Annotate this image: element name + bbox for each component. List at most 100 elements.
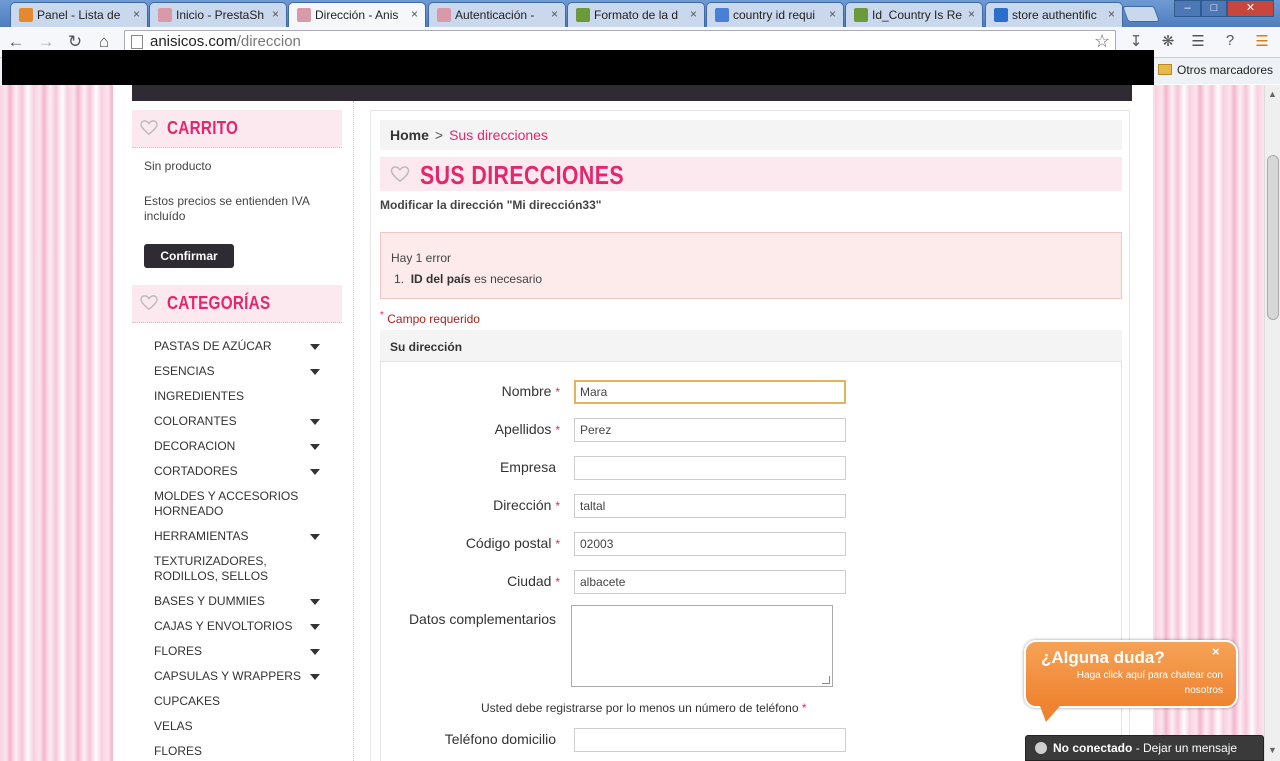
browser-tab[interactable]: Autenticación - ×: [428, 2, 566, 27]
category-item[interactable]: CAJAS Y ENVOLTORIOS: [154, 619, 324, 634]
close-window-button[interactable]: ✕: [1227, 0, 1274, 17]
browser-tab[interactable]: store authentific ×: [985, 2, 1123, 27]
expand-arrow-icon[interactable]: [310, 624, 320, 630]
nombre-field[interactable]: [574, 380, 846, 404]
apellidos-field[interactable]: [574, 418, 846, 442]
tab-close-icon[interactable]: ×: [829, 7, 836, 21]
minimize-button[interactable]: –: [1174, 0, 1201, 17]
google-icon: [715, 8, 729, 22]
shopping-bag-icon: [994, 8, 1008, 22]
browser-tab[interactable]: Id_Country Is Re ×: [845, 2, 983, 27]
bug-extension-icon[interactable]: ❋: [1158, 32, 1178, 52]
category-item[interactable]: CUPCAKES: [154, 694, 324, 709]
tab-close-icon[interactable]: ×: [551, 7, 558, 21]
maximize-button[interactable]: □: [1201, 0, 1227, 17]
category-item[interactable]: BASES Y DUMMIES: [154, 594, 324, 609]
tab-close-icon[interactable]: ×: [133, 7, 140, 21]
form-section-title: Su dirección: [380, 330, 1122, 362]
telefono-field[interactable]: [574, 728, 846, 752]
ciudad-field[interactable]: [574, 570, 846, 594]
expand-arrow-icon[interactable]: [310, 419, 320, 425]
codigo-postal-label: Código postal *: [465, 535, 560, 551]
scroll-thumb[interactable]: [1267, 155, 1279, 320]
empresa-label: Empresa: [499, 459, 556, 475]
category-item[interactable]: DECORACION: [154, 439, 324, 454]
expand-arrow-icon[interactable]: [310, 534, 320, 540]
expand-arrow-icon[interactable]: [310, 369, 320, 375]
prestashop-forum-icon: [854, 8, 868, 22]
empresa-field[interactable]: [574, 456, 846, 480]
expand-arrow-icon[interactable]: [310, 649, 320, 655]
direccion-field[interactable]: [574, 494, 846, 518]
tab-close-icon[interactable]: ×: [690, 7, 697, 21]
heart-icon: [140, 120, 158, 136]
error-item: 1. ID del país es necesario: [394, 272, 1111, 286]
resize-grip-icon[interactable]: [822, 676, 830, 684]
chat-invite-subtitle[interactable]: Haga click aquí para chatear con nosotro…: [1040, 668, 1223, 698]
expand-arrow-icon[interactable]: [310, 444, 320, 450]
breadcrumb: Home > Sus direcciones: [380, 120, 1122, 150]
new-tab-button[interactable]: [1122, 6, 1160, 22]
telefono-label: Teléfono domicilio: [444, 731, 556, 747]
header-band: [132, 85, 1132, 101]
offline-status-icon: [1035, 742, 1047, 754]
scroll-up-arrow-icon[interactable]: ▲: [1268, 89, 1277, 99]
tab-close-icon[interactable]: ×: [272, 7, 279, 21]
browser-tab[interactable]: Dirección - Anis ×: [288, 2, 426, 27]
tools-extension-icon[interactable]: ☰: [1188, 32, 1208, 52]
redacted-bar: [2, 50, 1154, 85]
expand-arrow-icon[interactable]: [310, 344, 320, 350]
browser-tab[interactable]: Inicio - PrestaSh ×: [149, 2, 287, 27]
expand-arrow-icon[interactable]: [310, 674, 320, 680]
chat-status-bar[interactable]: No conectado - Dejar un mensaje: [1025, 735, 1264, 761]
error-message: es necesario: [474, 272, 543, 286]
codigo-postal-field[interactable]: [574, 532, 846, 556]
category-item[interactable]: PASTAS DE AZÚCAR: [154, 339, 324, 354]
category-item[interactable]: COLORANTES: [154, 414, 324, 429]
chrome-menu-icon[interactable]: ☰: [1252, 32, 1272, 52]
expand-arrow-icon[interactable]: [310, 469, 320, 475]
cupcake-icon: [297, 8, 311, 22]
scroll-down-arrow-icon[interactable]: ▼: [1268, 745, 1277, 755]
bookmark-star-icon[interactable]: ☆: [1094, 31, 1110, 52]
browser-tab[interactable]: Formato de la d ×: [567, 2, 705, 27]
cart-title: CARRITO: [167, 118, 239, 138]
tab-close-icon[interactable]: ×: [968, 7, 975, 21]
category-item[interactable]: CAPSULAS Y WRAPPERS: [154, 669, 324, 684]
category-item[interactable]: MOLDES Y ACCESORIOS HORNEADO: [154, 489, 324, 519]
url-text[interactable]: anisicos.com/direccion: [150, 33, 301, 50]
tab-title: Autenticación -: [455, 8, 535, 22]
error-box: Hay 1 error 1. ID del país es necesario: [380, 232, 1122, 299]
browser-tab[interactable]: Panel - Lista de ×: [10, 2, 148, 27]
page-scrollbar[interactable]: ▲ ▼: [1264, 85, 1280, 761]
datos-complementarios-field[interactable]: [571, 605, 833, 687]
tab-close-icon[interactable]: ×: [411, 7, 418, 21]
required-note: * Campo requerido: [380, 310, 480, 326]
categories-title: CATEGORÍAS: [167, 293, 271, 313]
category-item[interactable]: VELAS: [154, 719, 324, 734]
chat-invite-title[interactable]: ¿Alguna duda?: [1041, 648, 1165, 668]
other-bookmarks[interactable]: Otros marcadores: [1158, 63, 1273, 77]
wifi-extension-icon[interactable]: ?: [1220, 32, 1240, 52]
tab-title: Panel - Lista de: [37, 8, 121, 22]
category-item[interactable]: HERRAMIENTAS: [154, 529, 324, 544]
tab-close-icon[interactable]: ×: [1108, 7, 1115, 21]
cart-tax-note: Estos precios se entienden IVA incluído: [144, 194, 310, 223]
tab-title: store authentific: [1012, 8, 1097, 22]
category-item[interactable]: ESENCIAS: [154, 364, 324, 379]
chat-close-icon[interactable]: ×: [1212, 644, 1220, 659]
category-item[interactable]: FLORES: [154, 744, 324, 759]
browser-tab[interactable]: country id requi ×: [706, 2, 844, 27]
category-item[interactable]: INGREDIENTES: [154, 389, 324, 404]
page-icon: [131, 35, 143, 49]
breadcrumb-home-link[interactable]: Home: [390, 127, 429, 143]
confirm-button[interactable]: Confirmar: [144, 244, 234, 268]
page-heading: SUS DIRECCIONES: [380, 157, 1122, 191]
expand-arrow-icon[interactable]: [310, 599, 320, 605]
error-index: 1.: [394, 272, 405, 286]
category-item[interactable]: CORTADORES: [154, 464, 324, 479]
category-item[interactable]: TEXTURIZADORES, RODILLOS, SELLOS: [154, 554, 324, 584]
category-item[interactable]: FLORES: [154, 644, 324, 659]
download-extension-icon[interactable]: ↧: [1126, 32, 1146, 52]
phone-requirement-note: Usted debe registrarse por lo menos un n…: [481, 701, 807, 715]
